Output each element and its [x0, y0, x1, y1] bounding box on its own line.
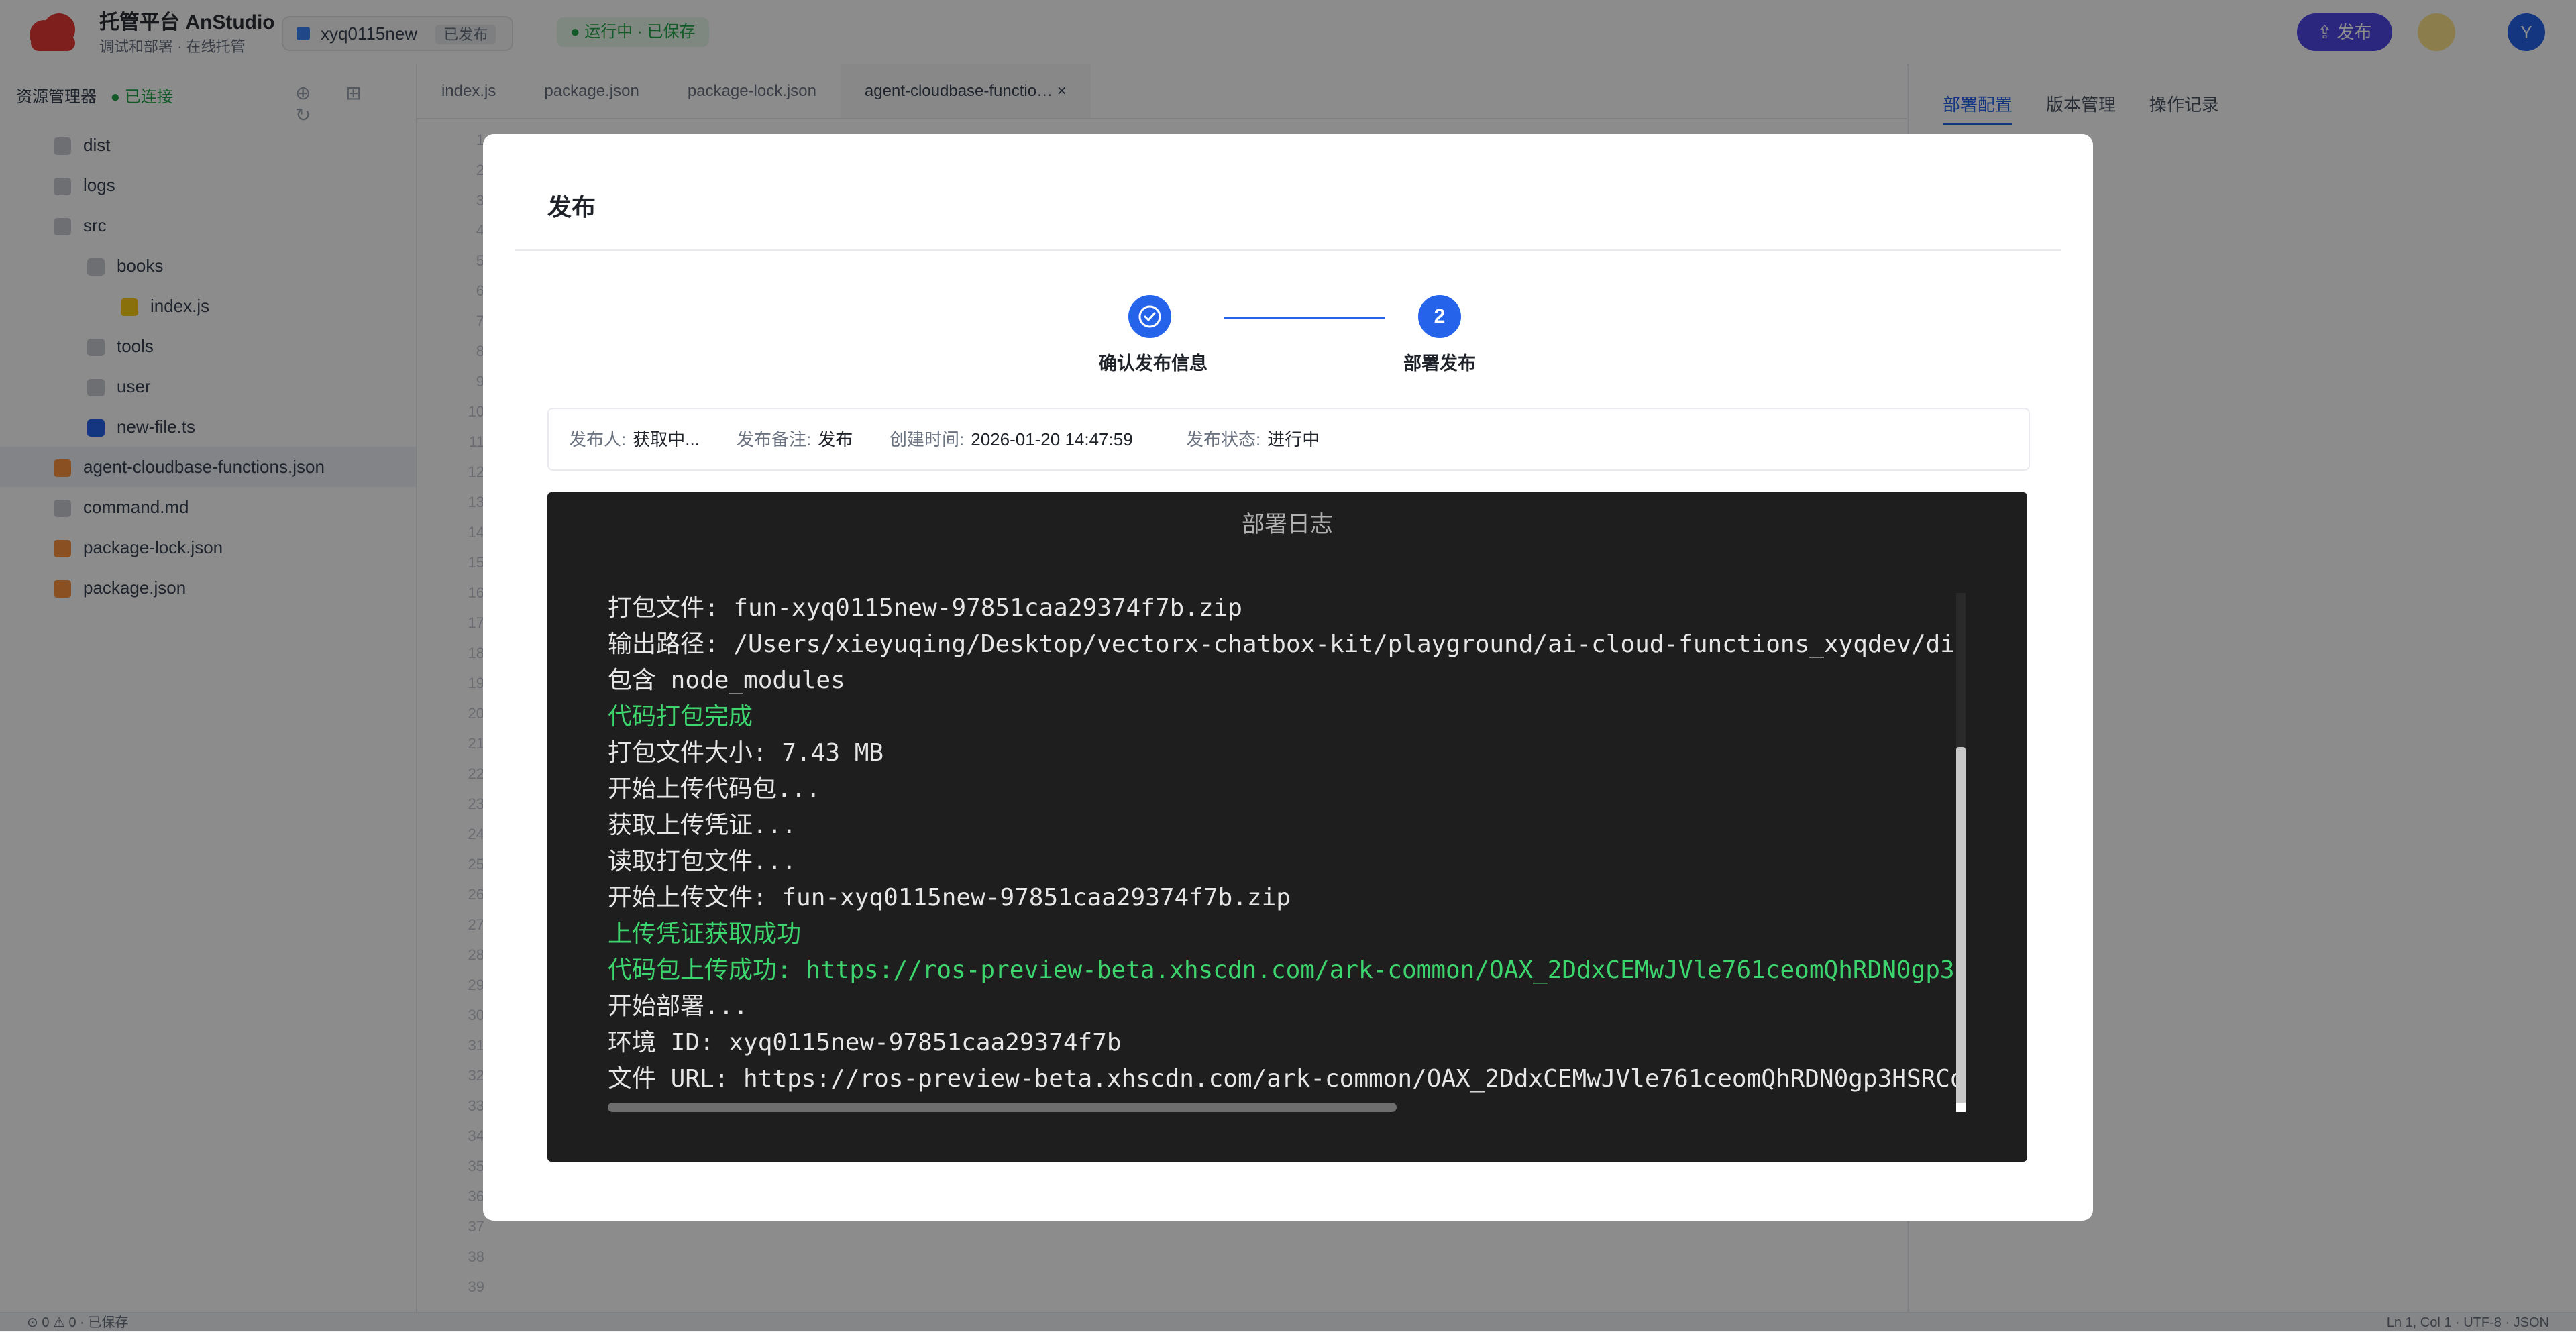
log-line: 打包文件: fun-xyq0115new-97851caa29374f7b.zi… — [608, 594, 1242, 622]
note-value: 发布 — [818, 429, 853, 449]
log-vertical-scrollbar[interactable] — [1956, 747, 1966, 1109]
log-line: 代码打包完成 — [608, 703, 753, 730]
created-time-info: 创建时间: 2026-01-20 14:47:59 — [890, 409, 1133, 469]
check-circle-icon — [1138, 305, 1161, 328]
log-line: 环境 ID: xyq0115new-97851caa29374f7b — [608, 1029, 1122, 1056]
dialog-title: 发布 — [547, 193, 596, 221]
publish-status-info: 发布状态: 进行中 — [1186, 409, 1320, 469]
publish-dialog: 发布 2 确认发布信息 部署发布 发布人: 获取中... 发布备注: 发布 创建时间… — [483, 134, 2093, 1221]
log-line: 读取打包文件... — [608, 848, 797, 875]
log-line: 包含 node_modules — [608, 667, 845, 694]
log-line: 开始上传文件: fun-xyq0115new-97851caa29374f7b.… — [608, 884, 1291, 911]
dialog-divider — [515, 249, 2061, 251]
step-confirm-circle — [1128, 295, 1171, 338]
log-line: 开始部署... — [608, 993, 749, 1020]
step-deploy-circle: 2 — [1418, 295, 1461, 338]
log-line: 开始上传代码包... — [608, 775, 821, 803]
log-line: 文件 URL: https://ros-preview-beta.xhscdn.… — [608, 1065, 1964, 1093]
log-line: 获取上传凭证... — [608, 812, 797, 839]
publisher-value: 获取中... — [633, 429, 700, 449]
publish-status-label: 发布状态: — [1186, 429, 1261, 449]
deploy-log-panel: 部署日志 打包文件: fun-xyq0115new-97851caa29374f… — [547, 492, 2027, 1162]
publisher-label: 发布人: — [569, 429, 627, 449]
log-scroll-corner — [1956, 1103, 1966, 1112]
deploy-log-content[interactable]: 打包文件: fun-xyq0115new-97851caa29374f7b.zi… — [608, 590, 1964, 1100]
log-line: 输出路径: /Users/xieyuqing/Desktop/vectorx-c… — [608, 630, 1964, 658]
note-info: 发布备注: 发布 — [737, 409, 853, 469]
step-confirm-label: 确认发布信息 — [1099, 353, 1208, 374]
created-time-label: 创建时间: — [890, 429, 965, 449]
note-label: 发布备注: — [737, 429, 812, 449]
publish-status-value: 进行中 — [1267, 429, 1320, 449]
publish-info-bar: 发布人: 获取中... 发布备注: 发布 创建时间: 2026-01-20 14:47… — [547, 408, 2030, 471]
log-horizontal-scrollbar[interactable] — [608, 1103, 1397, 1112]
step-deploy-label: 部署发布 — [1403, 353, 1476, 374]
deploy-log-title: 部署日志 — [1242, 512, 1333, 537]
publisher-info: 发布人: 获取中... — [569, 409, 700, 469]
log-line: 上传凭证获取成功 — [608, 920, 802, 948]
log-line: 代码包上传成功: https://ros-preview-beta.xhscdn… — [608, 956, 1964, 984]
created-time-value: 2026-01-20 14:47:59 — [971, 429, 1133, 449]
step-connector — [1224, 317, 1385, 319]
log-line: 打包文件大小: 7.43 MB — [608, 739, 884, 767]
